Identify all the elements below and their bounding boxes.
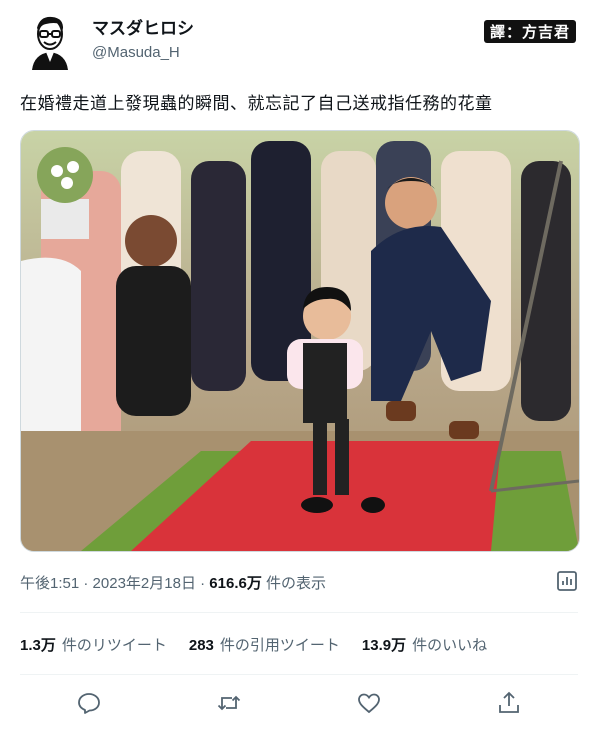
user-handle[interactable]: @Masuda_H bbox=[92, 42, 194, 64]
tweet-text: 在婚禮走道上發現蟲的瞬間、就忘記了自己送戒指任務的花童 bbox=[20, 94, 493, 113]
retweet-icon[interactable] bbox=[216, 690, 242, 716]
action-bar bbox=[20, 690, 578, 720]
divider bbox=[20, 612, 578, 613]
divider bbox=[20, 674, 578, 675]
reply-icon[interactable] bbox=[76, 690, 102, 716]
retweets-count: 1.3万 bbox=[20, 637, 56, 654]
display-name[interactable]: マスダヒロシ bbox=[92, 18, 194, 40]
likes-count: 13.9万 bbox=[361, 637, 407, 654]
retweets-stat[interactable]: 1.3万 件のリツイート bbox=[20, 634, 167, 655]
tweet-date[interactable]: 2023年2月18日 bbox=[93, 575, 196, 592]
tweet-photo[interactable] bbox=[20, 130, 580, 552]
likes-label: 件のいいね bbox=[412, 637, 488, 654]
quotes-count: 283 bbox=[188, 637, 214, 654]
tweet-header: マスダヒロシ @Masuda_H 譯：方吉君 bbox=[20, 14, 578, 74]
avatar[interactable] bbox=[26, 14, 74, 72]
views-count: 616.6万 bbox=[209, 575, 262, 592]
likes-stat[interactable]: 13.9万 件のいいね bbox=[362, 634, 487, 655]
quotes-label: 件の引用ツイート bbox=[219, 637, 340, 654]
retweets-label: 件のリツイート bbox=[61, 637, 167, 654]
meta-separator: · bbox=[79, 575, 93, 592]
tweet-time[interactable]: 午後1:51 bbox=[20, 575, 79, 592]
analytics-icon[interactable] bbox=[556, 570, 578, 592]
views-label: 件の表示 bbox=[261, 575, 327, 592]
translation-credit: 譯：方吉君 bbox=[483, 20, 576, 43]
share-icon[interactable] bbox=[496, 690, 522, 716]
meta-separator: · bbox=[195, 575, 210, 592]
quotes-stat[interactable]: 283 件の引用ツイート bbox=[189, 634, 340, 655]
engagement-stats: 1.3万 件のリツイート 283 件の引用ツイート 13.9万 件のいいね bbox=[20, 634, 509, 655]
tweet-meta: 午後1:51 · 2023年2月18日 · 616.6万 件の表示 bbox=[20, 572, 326, 593]
heart-icon[interactable] bbox=[356, 690, 382, 716]
